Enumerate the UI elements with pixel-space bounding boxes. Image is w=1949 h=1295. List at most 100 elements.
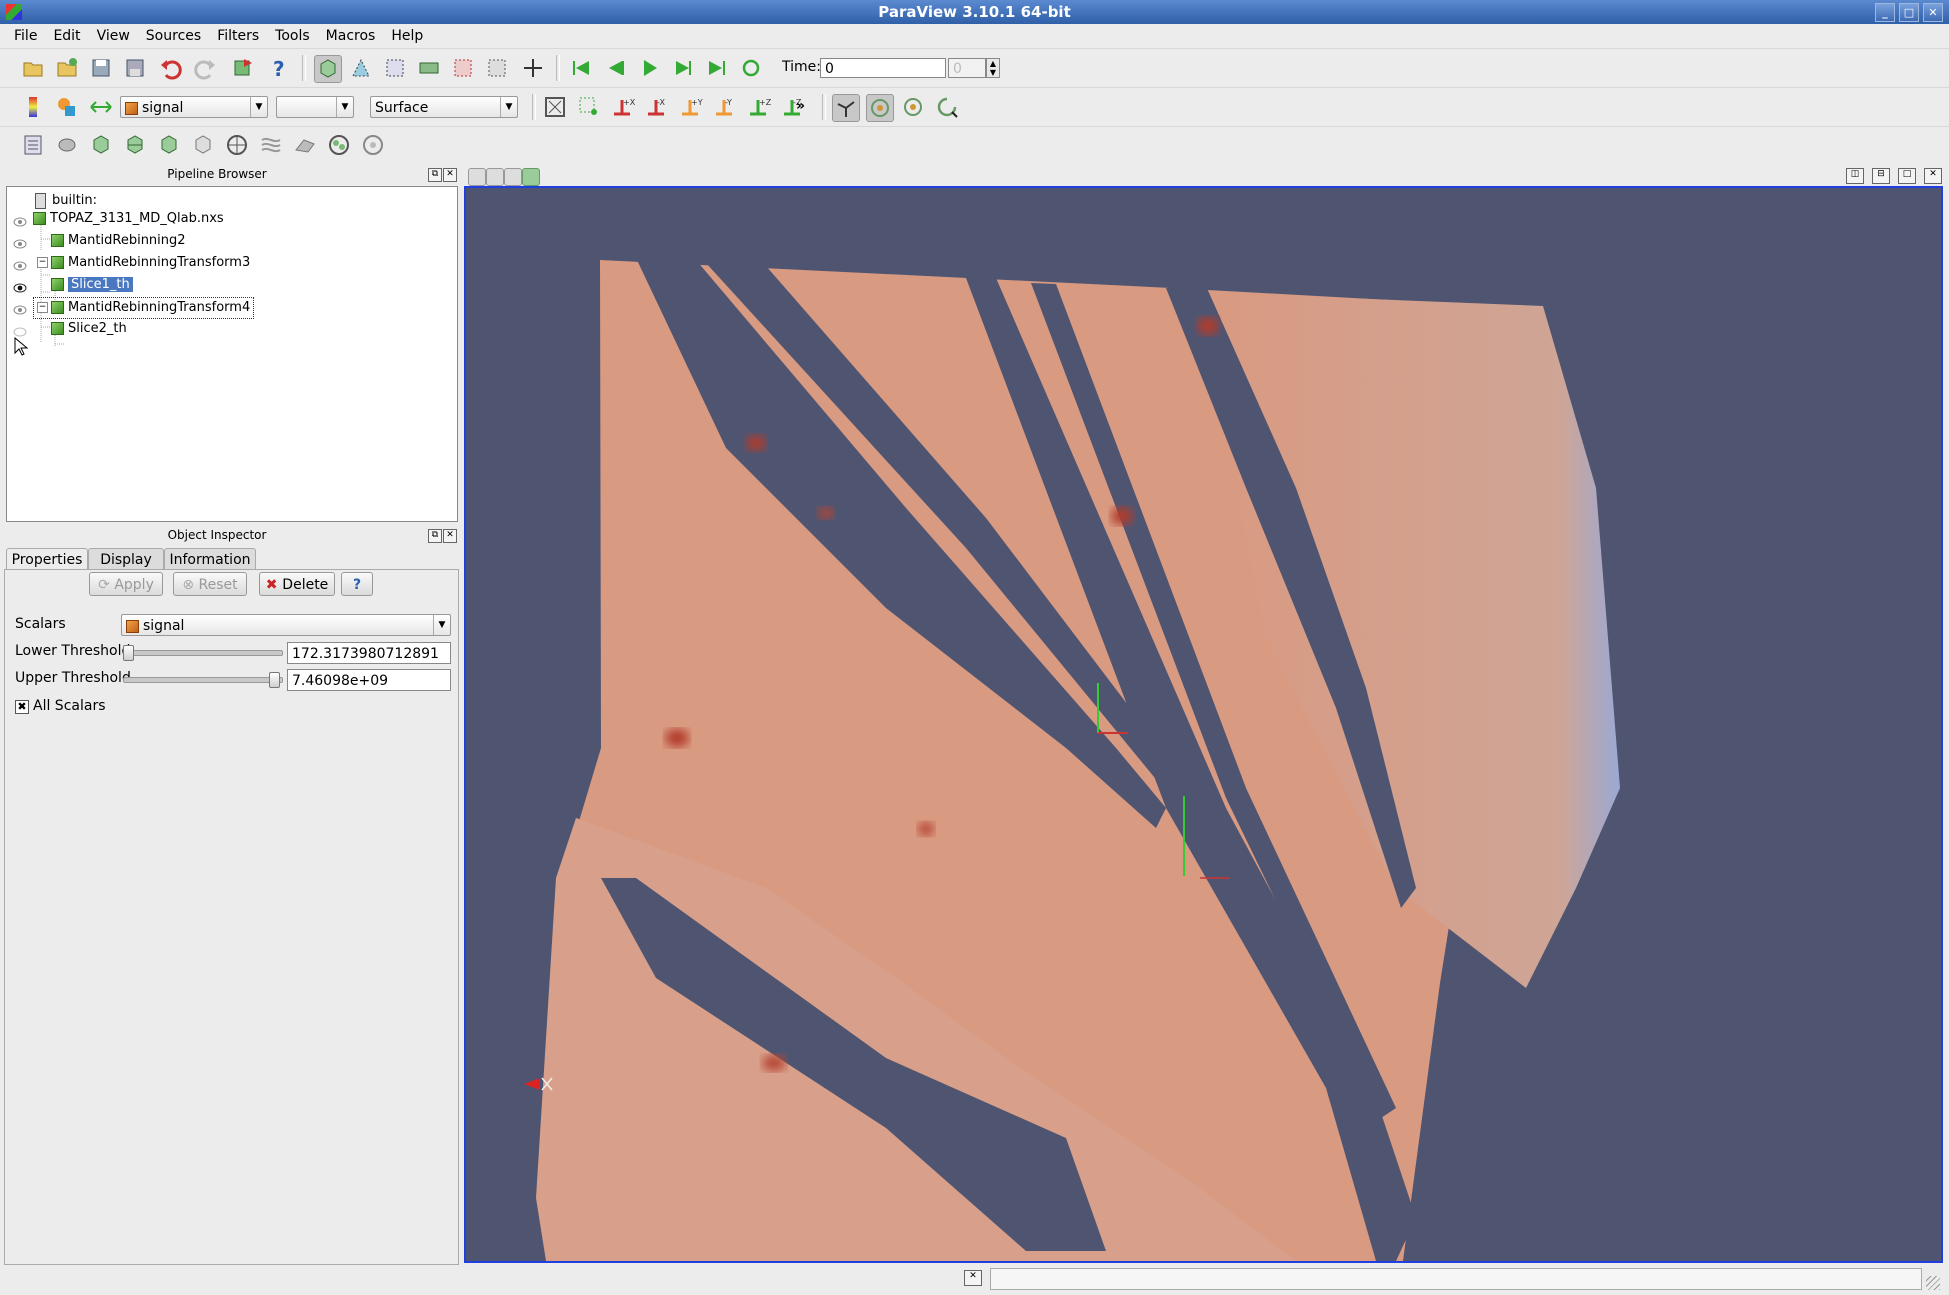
component-select[interactable]: ▼ <box>276 96 354 118</box>
reset-button[interactable]: ⊗ Reset <box>173 572 247 596</box>
select-block-icon[interactable] <box>484 55 510 81</box>
open-recent-icon[interactable] <box>54 55 80 81</box>
select-frustum-icon[interactable] <box>416 55 442 81</box>
view-minus-x-icon[interactable]: -X <box>644 94 670 120</box>
view-plus-z-icon[interactable]: +Z <box>746 94 772 120</box>
close-panel-icon[interactable]: ✕ <box>443 168 457 182</box>
menu-tools[interactable]: Tools <box>267 24 318 48</box>
collapse-icon[interactable]: − <box>37 302 48 313</box>
minimize-button[interactable]: _ <box>1875 3 1895 22</box>
save-state-icon[interactable] <box>122 55 148 81</box>
maximize-view-icon[interactable]: □ <box>1898 168 1916 184</box>
tab-information[interactable]: Information <box>164 548 256 571</box>
redo-icon[interactable] <box>192 55 218 81</box>
eye-icon[interactable] <box>13 261 27 271</box>
eye-icon[interactable] <box>13 283 27 293</box>
color-legend-icon[interactable] <box>20 94 46 120</box>
view-minus-y-icon[interactable]: -Y <box>712 94 738 120</box>
menu-edit[interactable]: Edit <box>45 24 88 48</box>
resize-grip-icon[interactable] <box>1926 1276 1940 1290</box>
group-datasets-icon[interactable] <box>326 132 352 158</box>
pick-center-icon[interactable] <box>520 55 546 81</box>
tab-display[interactable]: Display <box>88 548 164 571</box>
rescale-range-icon[interactable] <box>88 94 114 120</box>
loop-icon[interactable] <box>738 55 764 81</box>
connect-icon[interactable] <box>230 55 256 81</box>
close-button[interactable]: ✕ <box>1923 3 1943 22</box>
representation-select[interactable]: Surface ▼ <box>370 96 518 118</box>
reset-center-icon[interactable] <box>900 94 926 120</box>
all-scalars-checkbox[interactable]: ✖ <box>15 700 29 714</box>
capture-view-icon[interactable] <box>468 168 486 186</box>
slice-filter-icon[interactable] <box>122 132 148 158</box>
lower-threshold-input[interactable]: 172.3173980712891 <box>287 642 451 664</box>
zoom-to-box-icon[interactable] <box>576 94 602 120</box>
camera-undo-icon[interactable] <box>486 168 504 186</box>
pipeline-item-builtin[interactable]: builtin: <box>35 191 97 211</box>
view-plus-y-icon[interactable]: +Y <box>678 94 704 120</box>
calculator-filter-icon[interactable] <box>20 132 46 158</box>
select-points-frustum-icon[interactable] <box>450 55 476 81</box>
camera-redo-icon[interactable] <box>504 168 522 186</box>
interact-mode-icon[interactable] <box>314 55 342 83</box>
play-icon[interactable] <box>636 55 662 81</box>
eye-icon[interactable] <box>13 305 27 315</box>
warp-by-vector-icon[interactable] <box>292 132 318 158</box>
close-panel-icon[interactable]: ✕ <box>443 529 457 543</box>
collapse-icon[interactable]: − <box>37 257 48 268</box>
extract-level-icon[interactable] <box>360 132 386 158</box>
time-input[interactable]: 0 <box>820 58 946 78</box>
threshold-filter-icon[interactable] <box>156 132 182 158</box>
select-points-surface-icon[interactable] <box>348 55 374 81</box>
menu-macros[interactable]: Macros <box>318 24 384 48</box>
upper-threshold-input[interactable]: 7.46098e+09 <box>287 669 451 691</box>
pipeline-item-topaz[interactable]: TOPAZ_3131_MD_Qlab.nxs <box>33 209 224 229</box>
show-orientation-axes-icon[interactable] <box>832 94 860 122</box>
lower-threshold-slider[interactable] <box>123 650 283 656</box>
glyph-filter-icon[interactable] <box>224 132 250 158</box>
menu-filters[interactable]: Filters <box>209 24 267 48</box>
extract-subset-icon[interactable] <box>190 132 216 158</box>
open-file-icon[interactable] <box>20 55 46 81</box>
previous-frame-icon[interactable] <box>602 55 628 81</box>
help-button[interactable]: ? <box>341 572 373 596</box>
eye-icon[interactable] <box>13 239 27 249</box>
view-settings-icon[interactable] <box>522 168 540 186</box>
contour-filter-icon[interactable] <box>54 132 80 158</box>
upper-threshold-slider[interactable] <box>123 677 283 683</box>
close-view-icon[interactable]: ✕ <box>1924 168 1942 184</box>
next-frame-icon[interactable] <box>670 55 696 81</box>
abort-icon[interactable]: ✕ <box>964 1270 982 1286</box>
select-cells-icon[interactable] <box>382 55 408 81</box>
menu-file[interactable]: File <box>6 24 45 48</box>
help-icon[interactable]: ? <box>266 55 292 81</box>
time-index-stepper[interactable]: ▲ ▼ <box>986 58 1000 78</box>
split-horizontal-icon[interactable]: ◫ <box>1846 168 1864 184</box>
maximize-button[interactable]: □ <box>1899 3 1919 22</box>
stream-tracer-icon[interactable] <box>258 132 284 158</box>
delete-button[interactable]: ✖ Delete <box>259 572 335 596</box>
edit-color-map-icon[interactable] <box>54 94 80 120</box>
undo-icon[interactable] <box>158 55 184 81</box>
reset-camera-icon[interactable] <box>542 94 568 120</box>
eye-icon[interactable] <box>13 217 27 227</box>
pipeline-item-slice2[interactable]: Slice2_th <box>51 319 127 339</box>
split-vertical-icon[interactable]: ⊟ <box>1872 168 1890 184</box>
pipeline-item-transform3[interactable]: − MantidRebinningTransform3 <box>37 253 250 273</box>
view-plus-x-icon[interactable]: +X <box>610 94 636 120</box>
pipeline-item-transform4[interactable]: − MantidRebinningTransform4 <box>33 297 255 319</box>
last-frame-icon[interactable] <box>704 55 730 81</box>
eye-closed-icon[interactable] <box>13 327 27 337</box>
upper-threshold-slider-handle[interactable] <box>269 672 280 688</box>
toolbar-overflow-button[interactable]: » <box>796 98 805 114</box>
pipeline-item-mantidrebinning2[interactable]: MantidRebinning2 <box>51 231 186 251</box>
render-view[interactable] <box>464 186 1943 1263</box>
show-center-icon[interactable] <box>866 94 894 122</box>
scalars-select[interactable]: signal ▼ <box>121 614 451 636</box>
pick-center-point-icon[interactable] <box>934 94 960 120</box>
lower-threshold-slider-handle[interactable] <box>123 645 134 661</box>
pipeline-item-slice1[interactable]: Slice1_th <box>51 275 133 295</box>
menu-help[interactable]: Help <box>383 24 431 48</box>
apply-button[interactable]: ⟳ Apply <box>89 572 163 596</box>
menu-sources[interactable]: Sources <box>138 24 209 48</box>
